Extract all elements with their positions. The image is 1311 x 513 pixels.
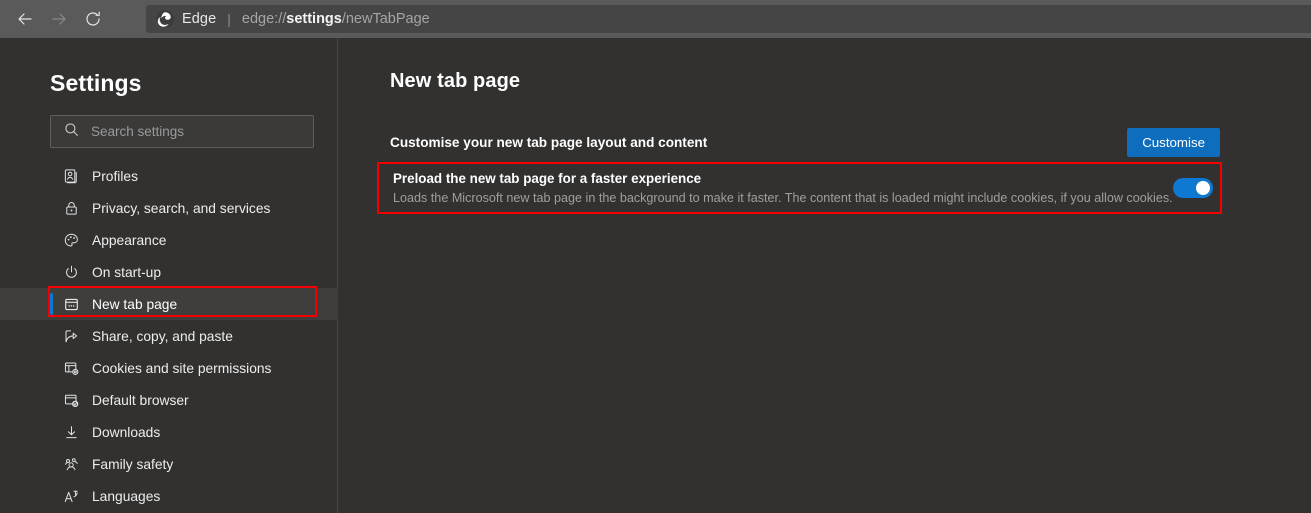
sidebar-item-label: Profiles bbox=[92, 168, 139, 184]
sidebar-nav-list: Profiles Privacy, search, and services A… bbox=[0, 160, 338, 512]
address-url: edge://settings/newTabPage bbox=[242, 11, 430, 27]
search-input-placeholder[interactable]: Search settings bbox=[91, 124, 184, 139]
sidebar-item-family-safety[interactable]: Family safety bbox=[0, 448, 338, 480]
reload-icon bbox=[83, 9, 103, 29]
sidebar-item-downloads[interactable]: Downloads bbox=[0, 416, 338, 448]
preload-setting-title: Preload the new tab page for a faster ex… bbox=[393, 171, 702, 186]
sidebar-item-share-copy-and-paste[interactable]: Share, copy, and paste bbox=[0, 320, 338, 352]
sidebar-item-label: Languages bbox=[92, 488, 161, 504]
profiles-icon bbox=[62, 167, 80, 185]
sidebar-item-languages[interactable]: Languages bbox=[0, 480, 338, 512]
sidebar-item-label: Family safety bbox=[92, 456, 174, 472]
reload-button[interactable] bbox=[76, 0, 110, 38]
sidebar-item-appearance[interactable]: Appearance bbox=[0, 224, 338, 256]
sidebar-item-label: Default browser bbox=[92, 392, 189, 408]
preload-setting-text: Preload the new tab page for a faster ex… bbox=[393, 171, 1173, 205]
sidebar-item-label: Privacy, search, and services bbox=[92, 200, 271, 216]
browser-brand-label: Edge bbox=[182, 11, 217, 27]
languages-icon bbox=[62, 487, 80, 505]
forward-arrow-icon bbox=[49, 9, 69, 29]
preload-setting-card: Preload the new tab page for a faster ex… bbox=[377, 162, 1222, 214]
sidebar-item-label: On start-up bbox=[92, 264, 162, 280]
family-safety-icon bbox=[62, 455, 80, 473]
power-icon bbox=[62, 263, 80, 281]
search-settings-box[interactable]: Search settings bbox=[50, 115, 314, 148]
page-title: New tab page bbox=[390, 70, 521, 92]
sidebar-item-label: Downloads bbox=[92, 424, 161, 440]
url-bold-segment: settings bbox=[286, 11, 342, 27]
palette-icon bbox=[62, 231, 80, 249]
url-prefix: edge:// bbox=[241, 11, 287, 27]
settings-main-content: New tab page Customise your new tab page… bbox=[339, 38, 1311, 513]
customise-section-label: Customise your new tab page layout and c… bbox=[390, 134, 708, 150]
customise-section-row: Customise your new tab page layout and c… bbox=[390, 122, 1220, 162]
default-browser-icon bbox=[62, 391, 80, 409]
cookies-icon bbox=[62, 359, 80, 377]
lock-icon bbox=[62, 199, 80, 217]
search-icon bbox=[64, 122, 79, 142]
back-button[interactable] bbox=[8, 0, 42, 38]
settings-page: Settings Search settings Profiles Privac… bbox=[0, 38, 1311, 513]
browser-toolbar: Edge | edge://settings/newTabPage bbox=[0, 0, 1311, 38]
new-tab-page-icon bbox=[62, 295, 80, 313]
address-bar[interactable]: Edge | edge://settings/newTabPage bbox=[146, 5, 1311, 33]
sidebar-item-default-browser[interactable]: Default browser bbox=[0, 384, 338, 416]
sidebar-item-label: New tab page bbox=[92, 296, 178, 312]
sidebar-item-on-start-up[interactable]: On start-up bbox=[0, 256, 338, 288]
sidebar-item-label: Share, copy, and paste bbox=[92, 328, 233, 344]
sidebar-item-profiles[interactable]: Profiles bbox=[0, 160, 338, 192]
sidebar-item-cookies-and-site-permissions[interactable]: Cookies and site permissions bbox=[0, 352, 338, 384]
url-suffix: /newTabPage bbox=[341, 11, 430, 27]
preload-toggle-switch[interactable] bbox=[1172, 178, 1213, 198]
edge-logo-icon bbox=[156, 10, 174, 28]
sidebar-item-privacy-search-and-services[interactable]: Privacy, search, and services bbox=[0, 192, 338, 224]
forward-button[interactable] bbox=[42, 0, 76, 38]
sidebar-item-label: Cookies and site permissions bbox=[92, 360, 272, 376]
settings-title: Settings bbox=[50, 70, 142, 96]
back-arrow-icon bbox=[15, 9, 35, 29]
download-icon bbox=[62, 423, 80, 441]
preload-setting-description: Loads the Microsoft new tab page in the … bbox=[393, 191, 1173, 205]
customise-button[interactable]: Customise bbox=[1127, 127, 1220, 157]
sidebar-item-label: Appearance bbox=[92, 232, 167, 248]
settings-sidebar: Settings Search settings Profiles Privac… bbox=[0, 38, 338, 513]
address-separator: | bbox=[227, 11, 231, 27]
toggle-knob bbox=[1195, 181, 1210, 195]
sidebar-item-new-tab-page[interactable]: New tab page bbox=[0, 288, 338, 320]
share-icon bbox=[62, 327, 80, 345]
